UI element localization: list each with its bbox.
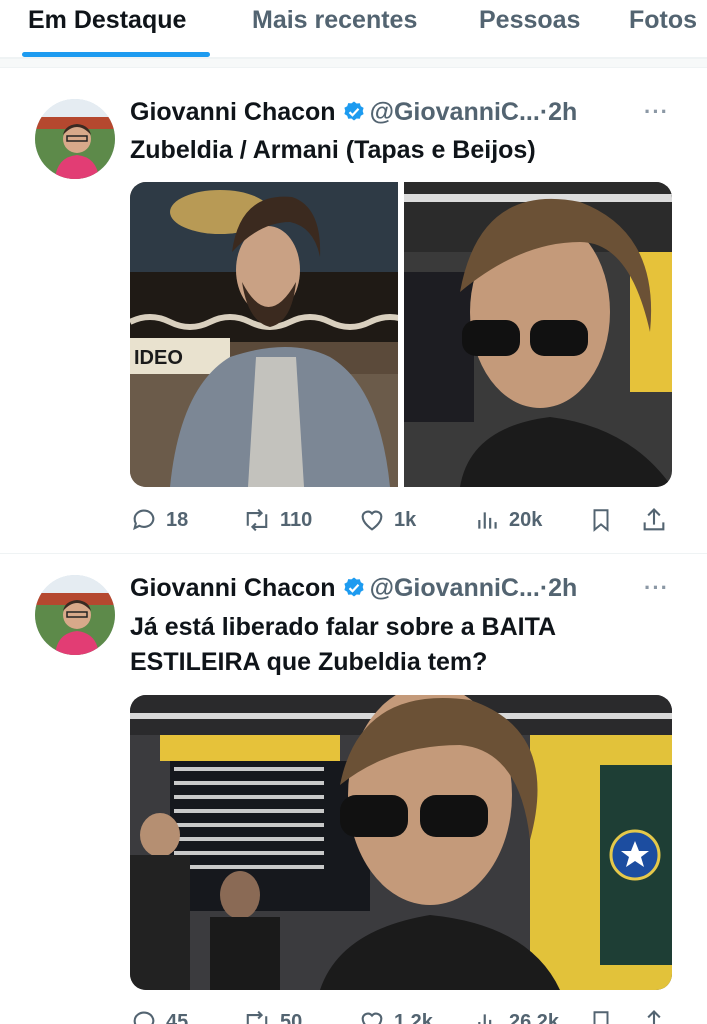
tweet-actions: 18 110 1k 20k bbox=[130, 505, 672, 535]
reply-button[interactable]: 18 bbox=[130, 505, 188, 535]
share-button[interactable] bbox=[640, 1007, 676, 1024]
tweet-text: Já está liberado falar sobre a BAITA EST… bbox=[130, 610, 690, 680]
photo-man-sunglasses-airport-board bbox=[130, 695, 672, 990]
photo-man-sunglasses-airport bbox=[404, 182, 672, 487]
tweet-actions: 45 50 1,2k 26,2k bbox=[130, 1007, 672, 1024]
view-count: 20k bbox=[509, 508, 543, 531]
reply-icon bbox=[133, 1011, 155, 1024]
bookmark-button[interactable] bbox=[588, 505, 622, 535]
share-button[interactable] bbox=[640, 505, 676, 535]
avatar[interactable] bbox=[35, 99, 115, 179]
search-tabs: Em Destaque Mais recentes Pessoas Fotos bbox=[0, 0, 707, 58]
tweet-card[interactable]: Giovanni Chacon @GiovanniC...·2h ··· Já e… bbox=[0, 555, 707, 1024]
author-name[interactable]: Giovanni Chacon bbox=[130, 98, 336, 126]
tab-mais-recentes[interactable]: Mais recentes bbox=[252, 6, 417, 35]
tweet-card[interactable]: Giovanni Chacon @GiovanniC...·2h ··· Zube… bbox=[0, 69, 707, 554]
like-count: 1k bbox=[394, 508, 417, 531]
share-icon bbox=[647, 1010, 661, 1024]
author-name[interactable]: Giovanni Chacon bbox=[130, 574, 336, 602]
like-button[interactable]: 1k bbox=[358, 505, 416, 535]
author-handle[interactable]: @GiovanniC... bbox=[370, 98, 540, 126]
separator-dot: · bbox=[539, 574, 549, 602]
repost-icon bbox=[246, 1010, 268, 1024]
more-options-icon[interactable]: ··· bbox=[644, 99, 669, 125]
repost-button[interactable]: 50 bbox=[242, 1007, 302, 1024]
tweet-text: Zubeldia / Armani (Tapas e Beijos) bbox=[130, 136, 536, 164]
verified-badge-icon bbox=[342, 100, 366, 131]
analytics-icon bbox=[478, 512, 497, 529]
reply-button[interactable]: 45 bbox=[130, 1007, 188, 1024]
author-handle[interactable]: @GiovanniC... bbox=[370, 574, 540, 602]
verified-badge-icon bbox=[342, 576, 366, 607]
tab-em-destaque[interactable]: Em Destaque bbox=[28, 6, 186, 35]
photo-man-denim-jacket: IDEO bbox=[130, 182, 412, 487]
heart-icon bbox=[361, 510, 383, 531]
active-tab-indicator bbox=[22, 52, 210, 57]
reply-count: 18 bbox=[166, 508, 189, 531]
views-button[interactable]: 26,2k bbox=[475, 1007, 559, 1024]
repost-button[interactable]: 110 bbox=[242, 505, 312, 535]
tab-fotos[interactable]: Fotos bbox=[629, 6, 697, 35]
view-count: 26,2k bbox=[509, 1010, 560, 1024]
tweet-header: Giovanni Chacon @GiovanniC...·2h bbox=[130, 573, 577, 607]
separator-dot: · bbox=[539, 98, 549, 126]
views-button[interactable]: 20k bbox=[475, 505, 542, 535]
tweet-text-line: Já está liberado falar sobre a BAITA bbox=[130, 613, 557, 641]
heart-icon bbox=[361, 1012, 383, 1024]
repost-count: 50 bbox=[280, 1010, 303, 1024]
analytics-icon bbox=[478, 1014, 492, 1024]
section-divider bbox=[0, 58, 707, 68]
more-options-icon[interactable]: ··· bbox=[644, 575, 669, 601]
tweet-text-line: ESTILEIRA que Zubeldia tem? bbox=[130, 648, 488, 676]
tab-pessoas[interactable]: Pessoas bbox=[479, 6, 580, 35]
bookmark-icon bbox=[593, 1011, 609, 1024]
avatar[interactable] bbox=[35, 575, 115, 655]
share-icon bbox=[643, 508, 665, 531]
timestamp[interactable]: 2h bbox=[548, 98, 577, 126]
bookmark-button[interactable] bbox=[588, 1007, 622, 1024]
repost-icon bbox=[246, 508, 268, 532]
bookmark-icon bbox=[593, 509, 609, 532]
repost-count: 110 bbox=[280, 508, 313, 531]
reply-count: 45 bbox=[166, 1010, 189, 1024]
tweet-header: Giovanni Chacon @GiovanniC...·2h bbox=[130, 97, 577, 131]
tweet-media[interactable]: IDEO bbox=[130, 182, 672, 487]
timestamp[interactable]: 2h bbox=[548, 574, 577, 602]
tweet-media[interactable] bbox=[130, 695, 672, 990]
like-count: 1,2k bbox=[394, 1010, 433, 1024]
like-button[interactable]: 1,2k bbox=[358, 1007, 433, 1024]
image-sign-text: IDEO bbox=[134, 347, 183, 369]
reply-icon bbox=[133, 509, 155, 531]
